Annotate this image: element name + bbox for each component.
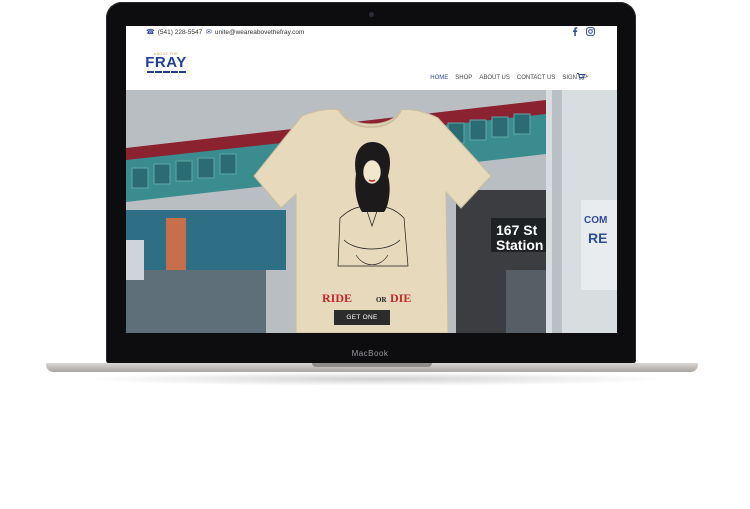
hero-banner: 167 St Station COM RE RIDE OR DIE GET ON… — [126, 90, 617, 333]
phone-contact[interactable]: ☎ (541) 228-5547 — [146, 28, 202, 36]
nav-home[interactable]: HOME — [430, 75, 448, 81]
site-logo[interactable]: ABOVE THE FRAY — [144, 52, 188, 76]
nav-shop[interactable]: SHOP — [455, 75, 472, 81]
shirt-text-die: DIE — [390, 291, 411, 305]
macbook-label: MacBook — [351, 349, 389, 358]
logo-wordmark: FRAY — [145, 54, 187, 71]
shirt-text-or: OR — [376, 296, 387, 304]
logo-bars — [144, 71, 188, 73]
instagram-icon[interactable] — [586, 27, 595, 38]
hero-scene: 167 St Station COM RE RIDE OR DIE — [126, 90, 617, 333]
svg-text:Station: Station — [496, 237, 543, 253]
email-address: unite@weareabovethefray.com — [214, 29, 305, 36]
cart-icon[interactable] — [577, 73, 589, 82]
website-screen: ☎ (541) 228-5547 ✉ unite@weareabovethefray… — [126, 26, 617, 333]
camera-icon — [369, 12, 374, 17]
phone-number: (541) 228-5547 — [157, 29, 203, 36]
laptop-mockup: ☎ (541) 228-5547 ✉ unite@weareabovethefray… — [0, 0, 750, 509]
svg-text:RE: RE — [588, 230, 607, 246]
phone-icon: ☎ — [146, 29, 155, 36]
main-nav: HOME SHOP ABOUT US CONTACT US SIGN UP — [430, 75, 587, 81]
laptop-shadow — [80, 372, 670, 386]
site-header: ABOVE THE FRAY HOME SHOP ABOUT US CONTAC… — [126, 40, 617, 90]
facebook-icon[interactable] — [572, 27, 578, 38]
envelope-icon: ✉ — [206, 29, 212, 36]
poster-text: COM — [584, 215, 607, 226]
email-contact[interactable]: ✉ unite@weareabovethefray.com — [206, 28, 304, 36]
nav-contact-us[interactable]: CONTACT US — [517, 75, 555, 81]
get-one-button[interactable]: GET ONE — [334, 310, 390, 325]
top-info-bar: ☎ (541) 228-5547 ✉ unite@weareabovethefray… — [126, 26, 617, 40]
station-sign: 167 St — [496, 222, 538, 238]
shirt-text-ride: RIDE — [322, 291, 352, 305]
laptop-notch — [312, 363, 432, 367]
nav-about-us[interactable]: ABOUT US — [479, 75, 510, 81]
